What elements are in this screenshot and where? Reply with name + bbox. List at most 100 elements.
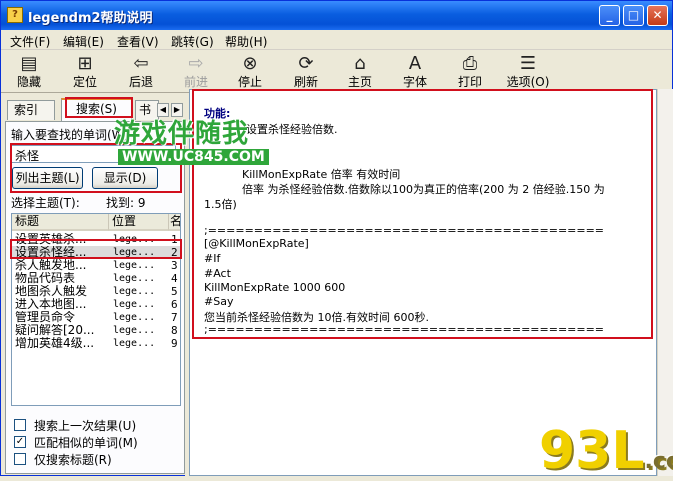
result-rank: 3 [171,259,181,272]
script-line: KillMonExpRate 1000 600 [204,281,345,294]
tab-index[interactable]: 索引(N) [7,100,55,120]
minimize-button[interactable]: _ [599,5,620,26]
result-rank: 6 [171,298,181,311]
result-rank: 7 [171,311,181,324]
refresh-button[interactable]: ⟳ 刷新 [286,53,326,91]
locate-icon: ⊞ [73,53,97,75]
refresh-label: 刷新 [286,75,326,89]
home-label: 主页 [340,75,380,89]
result-title: 增加英雄4级... [15,337,108,350]
result-rank: 2 [171,246,181,259]
result-title: 进入本地图... [15,298,108,311]
titles-only-checkbox[interactable] [14,453,26,465]
search-tab-page: 输入要查找的单词(W) 杀怪 列出主题(L) 显示(D) 选择主题(T): 找到… [5,121,185,474]
column-title[interactable]: 标题 [12,214,109,231]
hide-button[interactable]: ▤ 隐藏 [9,53,49,91]
separator-line-1: ;=======================================… [204,224,604,237]
result-title: 设置英雄杀... [15,233,108,246]
result-row[interactable]: 进入本地图... lege... 6 [12,298,181,311]
menu-file[interactable]: 文件(F) [10,33,50,50]
result-row[interactable]: 物品代码表 lege... 4 [12,272,181,285]
result-location: lege... [113,233,163,246]
forward-label: 前进 [176,75,216,89]
back-button[interactable]: ⇦ 后退 [121,53,161,91]
tab-search[interactable]: 搜索(S) [61,98,132,121]
match-similar-checkbox[interactable]: ✓ [14,436,26,448]
syntax-line: KillMonExpRate 倍率 有效时间 [242,166,400,182]
result-title: 设置杀怪经... [15,246,108,259]
toolbar: ▤ 隐藏 ⊞ 定位 ⇦ 后退 ⇨ 前进 ⊗ 停止 ⟳ 刷新 ⌂ 主页 A 字体 [1,51,672,93]
result-location: lege... [113,259,163,272]
column-rank[interactable]: 名 [169,214,181,231]
maximize-button[interactable]: □ [623,5,644,26]
result-row[interactable]: 设置英雄杀... lege... 1 [12,233,181,246]
result-location: lege... [113,298,163,311]
print-button[interactable]: ⎙ 打印 [450,53,490,91]
hide-icon: ▤ [17,53,41,75]
tab-scroll-right-icon[interactable]: ▶ [171,103,183,117]
result-location: lege... [113,337,163,350]
result-rank: 1 [171,233,181,246]
home-button[interactable]: ⌂ 主页 [340,53,380,91]
font-label: 字体 [395,75,435,89]
options-label: 选项(O) [504,75,552,89]
stop-button[interactable]: ⊗ 停止 [230,53,270,91]
keyword-input[interactable]: 杀怪 [11,145,176,163]
result-location: lege... [113,285,163,298]
menu-help[interactable]: 帮助(H) [225,33,267,50]
result-title: 杀人触发地... [15,259,108,272]
result-location: lege... [113,324,163,337]
result-location: lege... [113,311,163,324]
result-row[interactable]: 增加英雄4级... lege... 9 [12,337,181,350]
menu-edit[interactable]: 编辑(E) [63,33,104,50]
tab-bookmarks[interactable]: 书 [135,100,159,120]
tab-scroll-left-icon[interactable]: ◀ [157,103,169,117]
script-line: [@KillMonExpRate] [204,237,309,250]
result-title: 疑问解答[20... [15,324,108,337]
result-rank: 9 [171,337,181,350]
results-list[interactable]: 标题 位置 名 设置英雄杀... lege... 1 设置杀怪经... lege… [11,213,181,406]
stop-icon: ⊗ [238,53,262,75]
menu-view[interactable]: 查看(V) [117,33,159,50]
close-button[interactable]: ✕ [647,5,668,26]
back-label: 后退 [121,75,161,89]
result-rank: 5 [171,285,181,298]
options-button[interactable]: ☰ 选项(O) [504,53,552,91]
display-button[interactable]: 显示(D) [92,167,158,189]
search-previous-checkbox[interactable] [14,419,26,431]
result-row[interactable]: 疑问解答[20... lege... 8 [12,324,181,337]
column-location[interactable]: 位置 [109,214,169,231]
result-row-selected[interactable]: 设置杀怪经... lege... 2 [12,246,181,259]
forward-button[interactable]: ⇨ 前进 [176,53,216,91]
title-bar[interactable]: ? legendm2帮助说明 _ □ ✕ [1,1,672,30]
result-location: lege... [113,246,163,259]
func-description: 设置杀怪经验倍数. [246,121,338,137]
font-button[interactable]: A 字体 [395,53,435,91]
titles-only-label: 仅搜索标题(R) [34,451,112,468]
separator-line-2: ;=======================================… [204,323,604,336]
search-previous-label: 搜索上一次结果(U) [34,417,136,434]
result-row[interactable]: 地图杀人触发 lege... 5 [12,285,181,298]
result-row[interactable]: 管理员命令 lege... 7 [12,311,181,324]
result-row[interactable]: 杀人触发地... lege... 3 [12,259,181,272]
result-rank: 8 [171,324,181,337]
print-icon: ⎙ [458,53,482,75]
match-similar-label: 匹配相似的单词(M) [34,434,138,451]
menu-go[interactable]: 跳转(G) [171,33,214,50]
content-scrollbar[interactable] [657,89,673,476]
window-title: legendm2帮助说明 [28,7,153,26]
script-line: #Act [204,267,231,280]
result-title: 地图杀人触发 [15,285,108,298]
help-window: ? legendm2帮助说明 _ □ ✕ 文件(F) 编辑(E) 查看(V) 跳… [0,0,673,476]
list-topics-button[interactable]: 列出主题(L) [12,167,83,189]
help-app-icon: ? [7,7,23,23]
keyword-label: 输入要查找的单词(W) [11,126,128,143]
param-line-2: 1.5倍) [204,196,237,212]
script-line: #If [204,252,220,265]
hide-label: 隐藏 [9,75,49,89]
found-count: 找到: 9 [106,194,146,211]
locate-button[interactable]: ⊞ 定位 [65,53,105,91]
script-line: #Say [204,295,233,308]
select-topic-label: 选择主题(T): [11,194,80,211]
forward-arrow-icon: ⇨ [184,53,208,75]
